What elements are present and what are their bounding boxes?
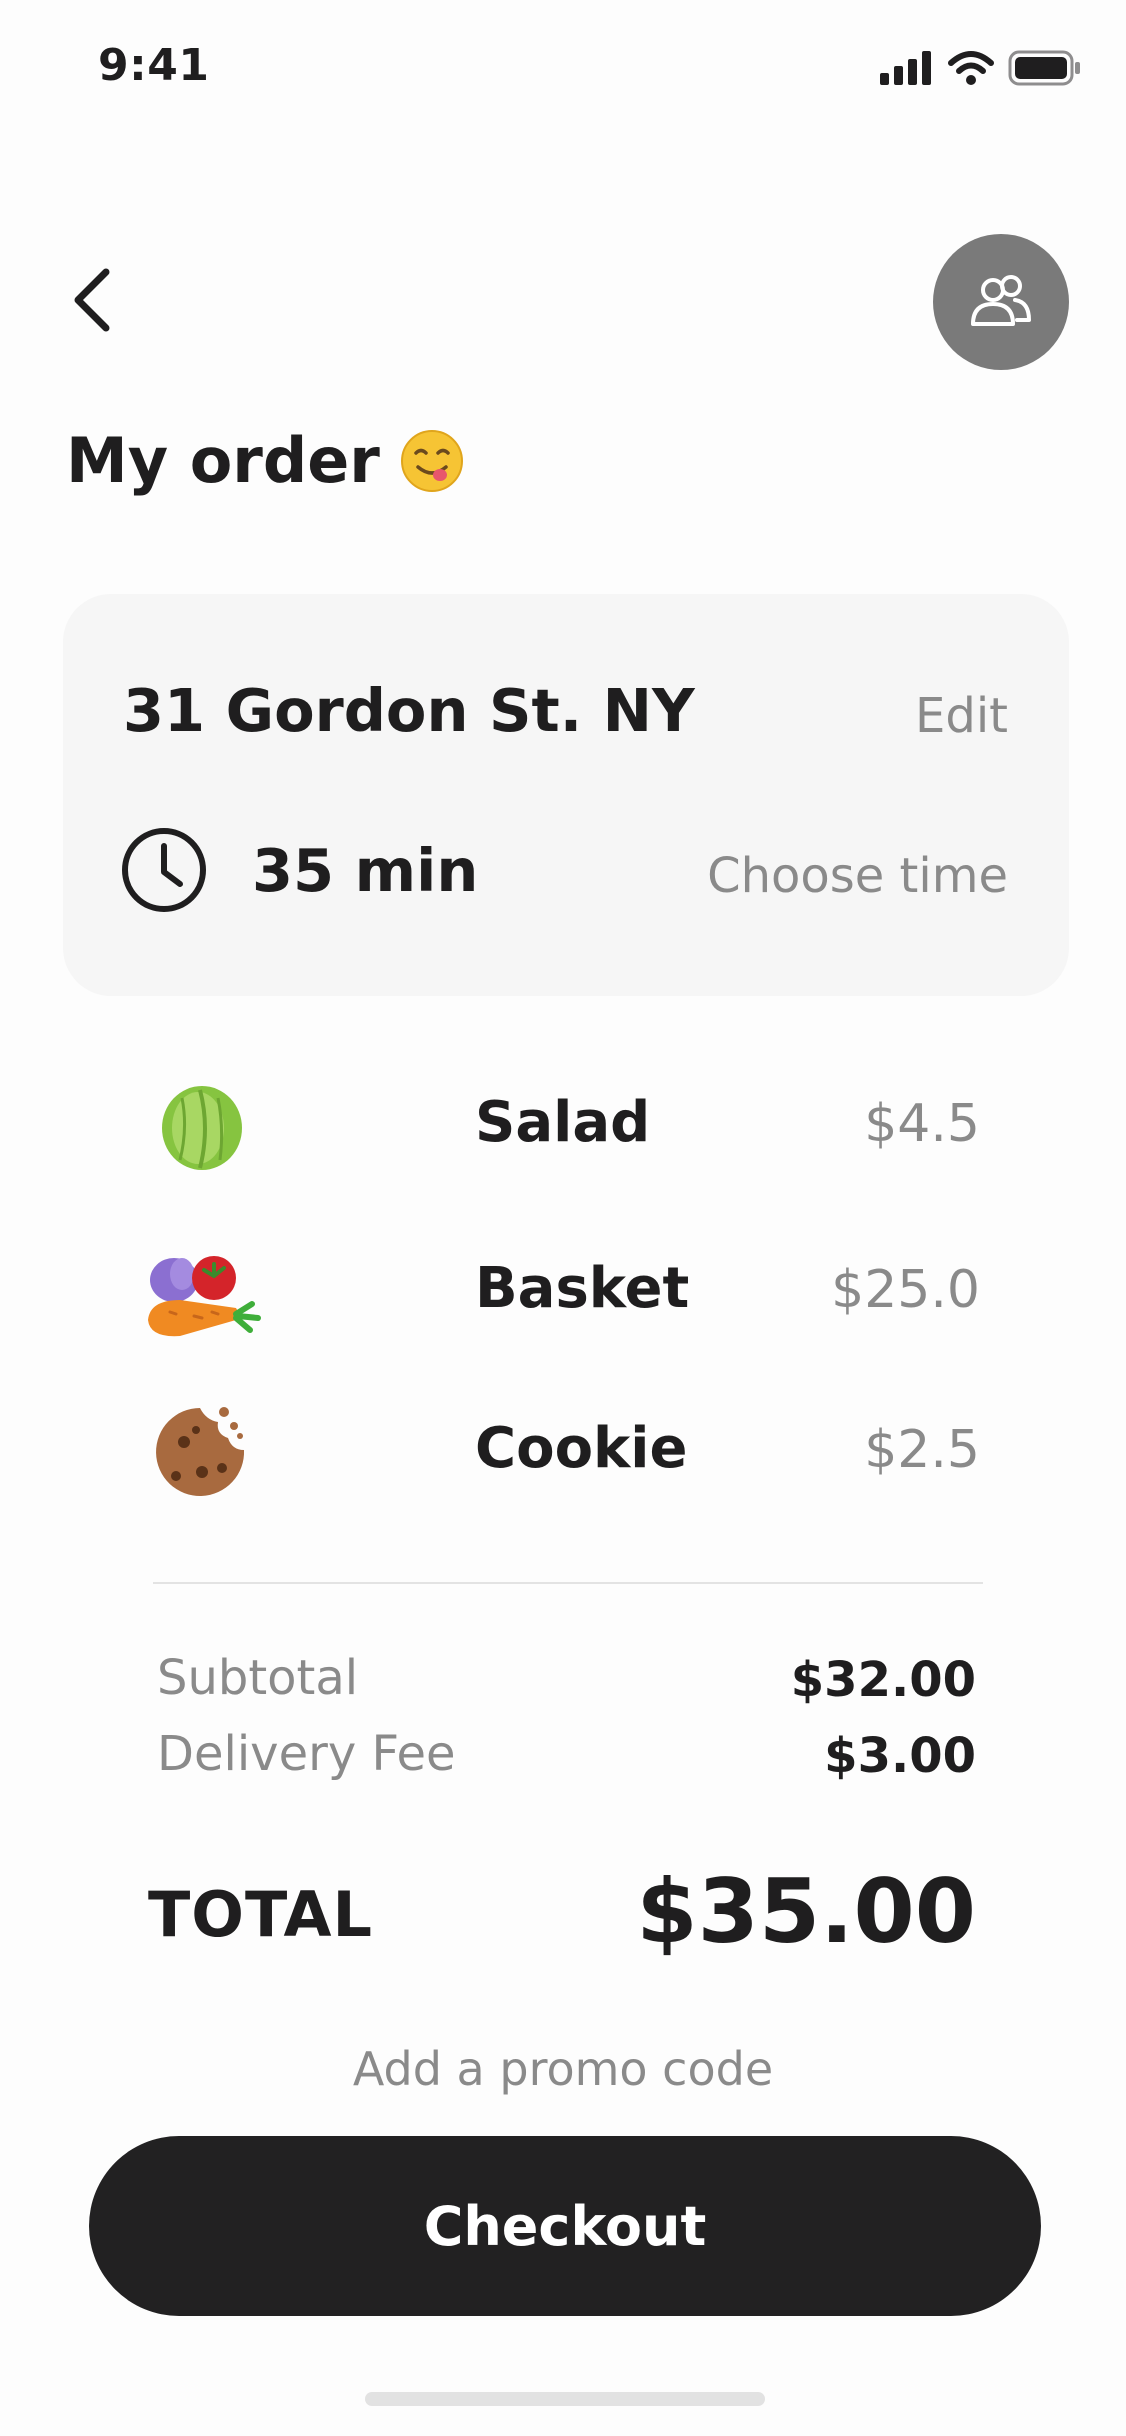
back-button[interactable] (60, 262, 124, 338)
vegetable-basket-icon (148, 1256, 261, 1337)
item-price: $25.0 (831, 1260, 980, 1320)
yum-face-icon (400, 429, 463, 492)
group-order-button[interactable] (933, 234, 1069, 370)
checkout-button[interactable]: Checkout (89, 2136, 1041, 2316)
subtotal-label: Subtotal (157, 1650, 359, 1706)
total-label: TOTAL (148, 1878, 373, 1951)
item-price: $4.5 (864, 1094, 980, 1154)
list-item[interactable]: Basket $25.0 (140, 1234, 980, 1354)
page-title: My order (66, 424, 464, 497)
list-item[interactable]: Cookie $2.5 (140, 1394, 980, 1514)
list-item[interactable]: Salad $4.5 (140, 1068, 980, 1188)
chevron-left-icon (74, 268, 110, 332)
wifi-icon (948, 51, 994, 85)
status-icons (880, 50, 1082, 86)
lettuce-icon (162, 1086, 242, 1170)
subtotal-value: $32.00 (790, 1652, 976, 1708)
delivery-address: 31 Gordon St. NY (123, 676, 695, 745)
edit-address-link[interactable]: Edit (915, 688, 1008, 744)
item-name: Salad (475, 1090, 651, 1155)
cellular-signal-icon (880, 51, 931, 85)
cookie-icon (156, 1407, 245, 1496)
choose-time-link[interactable]: Choose time (707, 848, 1008, 904)
users-icon (971, 275, 1031, 326)
home-indicator[interactable] (365, 2392, 765, 2406)
page-title-text: My order (66, 424, 380, 497)
delivery-fee-value: $3.00 (824, 1728, 976, 1784)
battery-icon (1008, 50, 1080, 86)
divider (153, 1582, 983, 1584)
status-time: 9:41 (98, 40, 210, 91)
total-value: $35.00 (636, 1860, 976, 1963)
delivery-card (63, 594, 1069, 996)
item-name: Cookie (475, 1416, 688, 1481)
item-price: $2.5 (864, 1420, 980, 1480)
promo-code-link[interactable]: Add a promo code (0, 2042, 1126, 2096)
item-name: Basket (475, 1256, 690, 1321)
clock-icon (122, 828, 206, 912)
delivery-fee-label: Delivery Fee (157, 1726, 456, 1782)
delivery-eta: 35 min (252, 836, 479, 905)
